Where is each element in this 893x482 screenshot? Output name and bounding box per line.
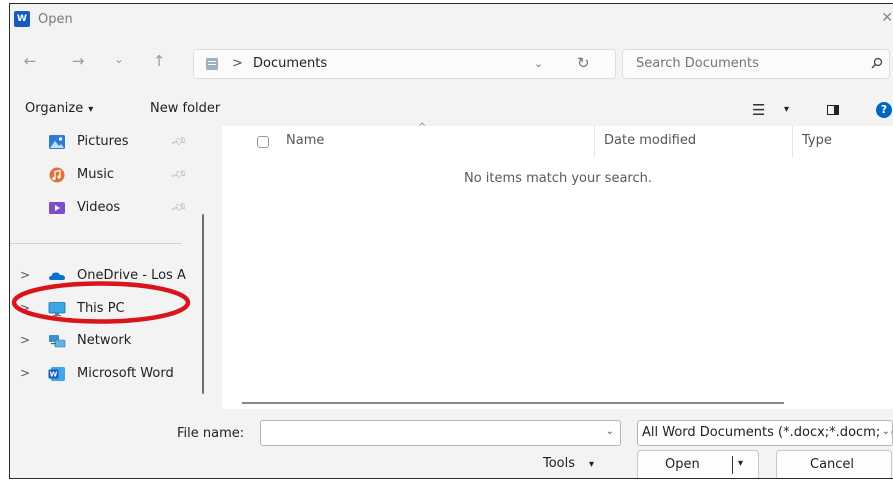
column-header-date-modified[interactable]: Date modified <box>604 133 696 148</box>
address-history-chevron-icon[interactable]: ⌄ <box>534 57 543 70</box>
expand-chevron-icon[interactable]: > <box>20 301 30 315</box>
back-arrow-icon[interactable]: ← <box>20 52 40 70</box>
dialog-footer: File name: ⌄ All Word Documents (*.docx;… <box>10 409 893 478</box>
word-app-icon: W <box>14 11 30 27</box>
sidebar-item-label: Network <box>77 333 132 348</box>
sidebar-item-onedrive[interactable]: > OneDrive - Los A <box>10 264 200 290</box>
file-name-label: File name: <box>177 426 245 441</box>
expand-chevron-icon[interactable]: > <box>20 366 30 380</box>
expand-chevron-icon[interactable]: > <box>20 268 30 282</box>
file-list: Name ^ Date modified Type No items match… <box>222 122 893 409</box>
new-folder-button[interactable]: New folder <box>150 101 220 116</box>
sidebar-item-network[interactable]: > Network <box>10 329 200 355</box>
column-header-type[interactable]: Type <box>802 133 832 148</box>
word-icon: W <box>48 367 65 381</box>
view-options-icon[interactable]: ☰ <box>752 101 765 119</box>
sidebar-item-videos[interactable]: Videos 📌︎ <box>10 196 200 222</box>
network-icon <box>49 335 66 348</box>
cancel-button-label: Cancel <box>810 457 855 472</box>
forward-arrow-icon[interactable]: → <box>68 52 88 70</box>
documents-folder-icon <box>206 58 218 70</box>
tools-menu-button[interactable]: Tools ▾ <box>543 456 594 471</box>
open-dialog: W Open ✕ ← → ⌄ ↑ > Documents ⌄ ↻ Search … <box>9 3 893 479</box>
sidebar-item-pictures[interactable]: Pictures 📌︎ <box>10 130 200 156</box>
sidebar-item-microsoft-word[interactable]: > W Microsoft Word <box>10 362 200 388</box>
sidebar-item-label: OneDrive - Los A <box>77 268 186 283</box>
file-type-value: All Word Documents (*.docx;*.docm;*.dotx… <box>642 425 892 440</box>
open-button-label: Open <box>665 457 700 472</box>
sidebar-item-music[interactable]: Music 📌︎ <box>10 163 200 189</box>
sidebar-item-this-pc[interactable]: > This PC <box>10 297 200 323</box>
command-bar: Organize ▾ New folder ☰ ▾ ? <box>10 96 893 126</box>
preview-pane-icon[interactable] <box>827 105 839 115</box>
close-icon[interactable]: ✕ <box>881 10 893 26</box>
organize-dropdown-icon: ▾ <box>88 104 94 115</box>
column-divider[interactable] <box>792 126 793 158</box>
file-name-input[interactable]: ⌄ <box>260 420 621 446</box>
videos-icon <box>49 202 65 214</box>
help-icon[interactable]: ? <box>876 102 892 118</box>
organize-button[interactable]: Organize ▾ <box>25 101 93 116</box>
view-options-dropdown-icon[interactable]: ▾ <box>784 104 789 115</box>
file-name-dropdown-icon[interactable]: ⌄ <box>606 426 614 437</box>
recent-locations-chevron-icon[interactable]: ⌄ <box>109 52 129 66</box>
up-arrow-icon[interactable]: ↑ <box>149 52 169 70</box>
select-all-checkbox[interactable] <box>257 136 269 148</box>
sidebar-item-label: Microsoft Word <box>77 366 174 381</box>
horizontal-scrollbar[interactable] <box>242 402 784 404</box>
sidebar-scrollbar[interactable] <box>202 214 204 394</box>
svg-text:W: W <box>50 371 58 379</box>
column-divider[interactable] <box>594 126 595 158</box>
organize-label: Organize <box>25 101 84 116</box>
file-type-select[interactable]: All Word Documents (*.docx;*.docm;*.dotx… <box>637 420 893 446</box>
column-header-name[interactable]: Name <box>286 133 324 148</box>
expand-chevron-icon[interactable]: > <box>20 333 30 347</box>
dialog-title: Open <box>38 12 73 27</box>
cancel-button[interactable]: Cancel <box>776 450 892 478</box>
tools-label: Tools <box>543 456 576 471</box>
breadcrumb-documents[interactable]: Documents <box>253 56 327 71</box>
navigation-bar: ← → ⌄ ↑ > Documents ⌄ ↻ Search Documents <box>10 42 893 84</box>
sort-ascending-icon: ^ <box>418 122 427 133</box>
navigation-pane: Pictures 📌︎ Music 📌︎ Videos 📌︎ > OneDriv… <box>10 126 209 406</box>
search-icon[interactable] <box>871 57 883 69</box>
onedrive-icon <box>49 272 65 280</box>
sidebar-item-label: This PC <box>77 301 125 316</box>
address-bar[interactable]: > Documents ⌄ ↻ <box>193 49 616 79</box>
file-type-dropdown-icon[interactable]: ⌄ <box>879 426 890 437</box>
sidebar-divider <box>10 243 182 244</box>
empty-state-message: No items match your search. <box>463 171 652 186</box>
music-icon <box>49 167 65 183</box>
search-box[interactable]: Search Documents <box>622 49 890 79</box>
open-button[interactable]: Open ▾ <box>637 450 759 478</box>
breadcrumb-separator: > <box>232 56 243 71</box>
title-bar: W Open ✕ <box>10 4 893 36</box>
pictures-icon <box>49 135 65 149</box>
search-input[interactable]: Search Documents <box>636 56 759 71</box>
monitor-icon <box>48 302 66 317</box>
refresh-icon[interactable]: ↻ <box>577 54 590 72</box>
tools-dropdown-icon: ▾ <box>589 459 595 470</box>
split-divider <box>732 456 733 474</box>
open-options-dropdown-icon[interactable]: ▾ <box>738 458 743 469</box>
